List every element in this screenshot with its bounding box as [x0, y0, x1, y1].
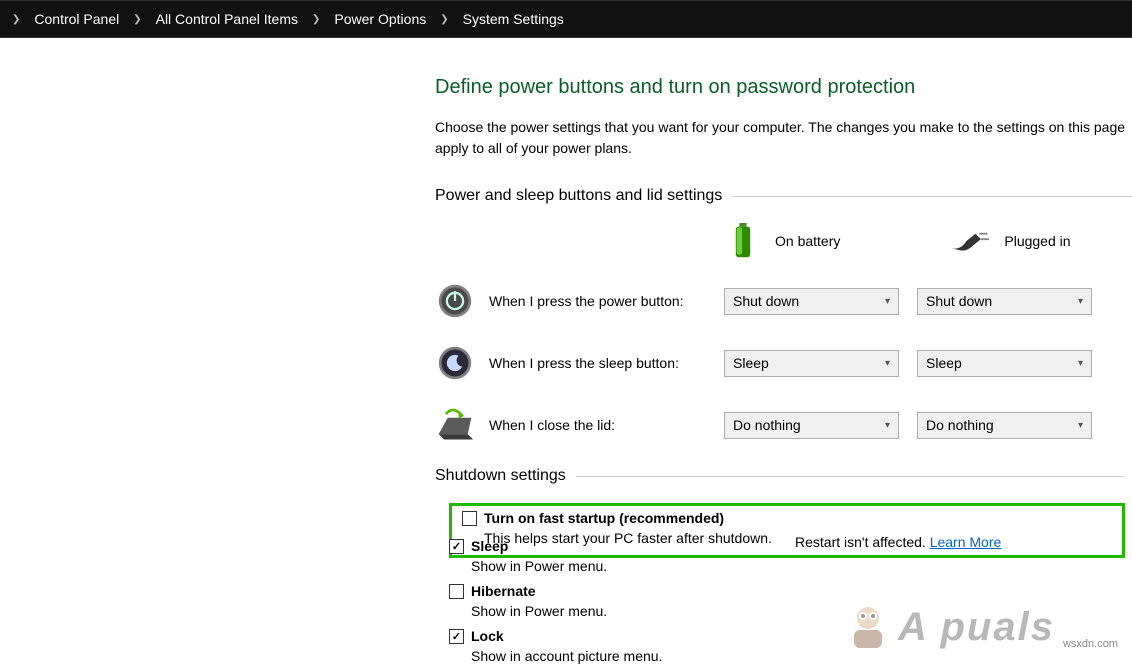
lid-row: When I close the lid: Do nothing ▾ Do no…: [435, 405, 1132, 445]
chevron-down-icon: ▾: [1078, 296, 1083, 307]
chevron-down-icon: ▾: [885, 296, 890, 307]
lid-icon: [435, 405, 475, 445]
main-content: Define power buttons and turn on passwor…: [0, 38, 1132, 667]
chevron-down-icon: ▾: [1078, 420, 1083, 431]
breadcrumb-item[interactable]: All Control Panel Items: [148, 7, 306, 31]
group-legend-shutdown: Shutdown settings: [435, 467, 1125, 485]
page-description: Choose the power settings that you want …: [435, 117, 1132, 159]
sleep-setting-desc: Show in Power menu.: [449, 556, 1125, 577]
watermark: A puals wsxdn.com: [844, 602, 1118, 650]
group-legend-buttons: Power and sleep buttons and lid settings: [435, 187, 1132, 205]
sleep-checkbox[interactable]: [449, 539, 464, 554]
power-plugged-select[interactable]: Shut down ▾: [917, 288, 1092, 315]
breadcrumb-item[interactable]: Control Panel: [26, 7, 127, 31]
plug-icon: [950, 230, 990, 252]
avatar-icon: [844, 602, 892, 650]
chevron-right-icon: ❯: [434, 14, 454, 25]
sleep-plugged-select[interactable]: Sleep ▾: [917, 350, 1092, 377]
power-button-icon: [435, 281, 475, 321]
sleep-button-icon: [435, 343, 475, 383]
fast-startup-label: Turn on fast startup (recommended): [484, 510, 724, 526]
lock-checkbox[interactable]: [449, 629, 464, 644]
breadcrumb-item[interactable]: System Settings: [455, 7, 572, 31]
power-button-row: When I press the power button: Shut down…: [435, 281, 1132, 321]
breadcrumb-item[interactable]: Power Options: [326, 7, 434, 31]
hibernate-setting-label: Hibernate: [471, 583, 536, 599]
sleep-button-row: When I press the sleep button: Sleep ▾ S…: [435, 343, 1132, 383]
fast-startup-checkbox[interactable]: [462, 511, 477, 526]
battery-icon: [725, 223, 761, 259]
page-title: Define power buttons and turn on passwor…: [435, 76, 1132, 99]
breadcrumb: ❯ Control Panel ❯ All Control Panel Item…: [0, 0, 1132, 38]
chevron-down-icon: ▾: [885, 358, 890, 369]
sleep-setting-label: Sleep: [471, 538, 508, 554]
sleep-battery-select[interactable]: Sleep ▾: [724, 350, 899, 377]
chevron-right-icon: ❯: [306, 14, 326, 25]
chevron-down-icon: ▾: [885, 420, 890, 431]
hibernate-checkbox[interactable]: [449, 584, 464, 599]
learn-more-link[interactable]: Learn More: [930, 534, 1002, 550]
plugged-column-label: Plugged in: [950, 230, 1070, 252]
sleep-button-label: When I press the sleep button:: [489, 355, 724, 371]
battery-column-label: On battery: [725, 223, 840, 259]
column-labels: On battery Plugged in: [435, 223, 1132, 259]
power-button-label: When I press the power button:: [489, 293, 724, 309]
lid-label: When I close the lid:: [489, 417, 724, 433]
power-battery-select[interactable]: Shut down ▾: [724, 288, 899, 315]
lock-setting-label: Lock: [471, 628, 504, 644]
chevron-right-icon: ❯: [127, 14, 147, 25]
chevron-down-icon: ▾: [1078, 358, 1083, 369]
chevron-right-icon: ❯: [6, 14, 26, 25]
lid-plugged-select[interactable]: Do nothing ▾: [917, 412, 1092, 439]
lid-battery-select[interactable]: Do nothing ▾: [724, 412, 899, 439]
